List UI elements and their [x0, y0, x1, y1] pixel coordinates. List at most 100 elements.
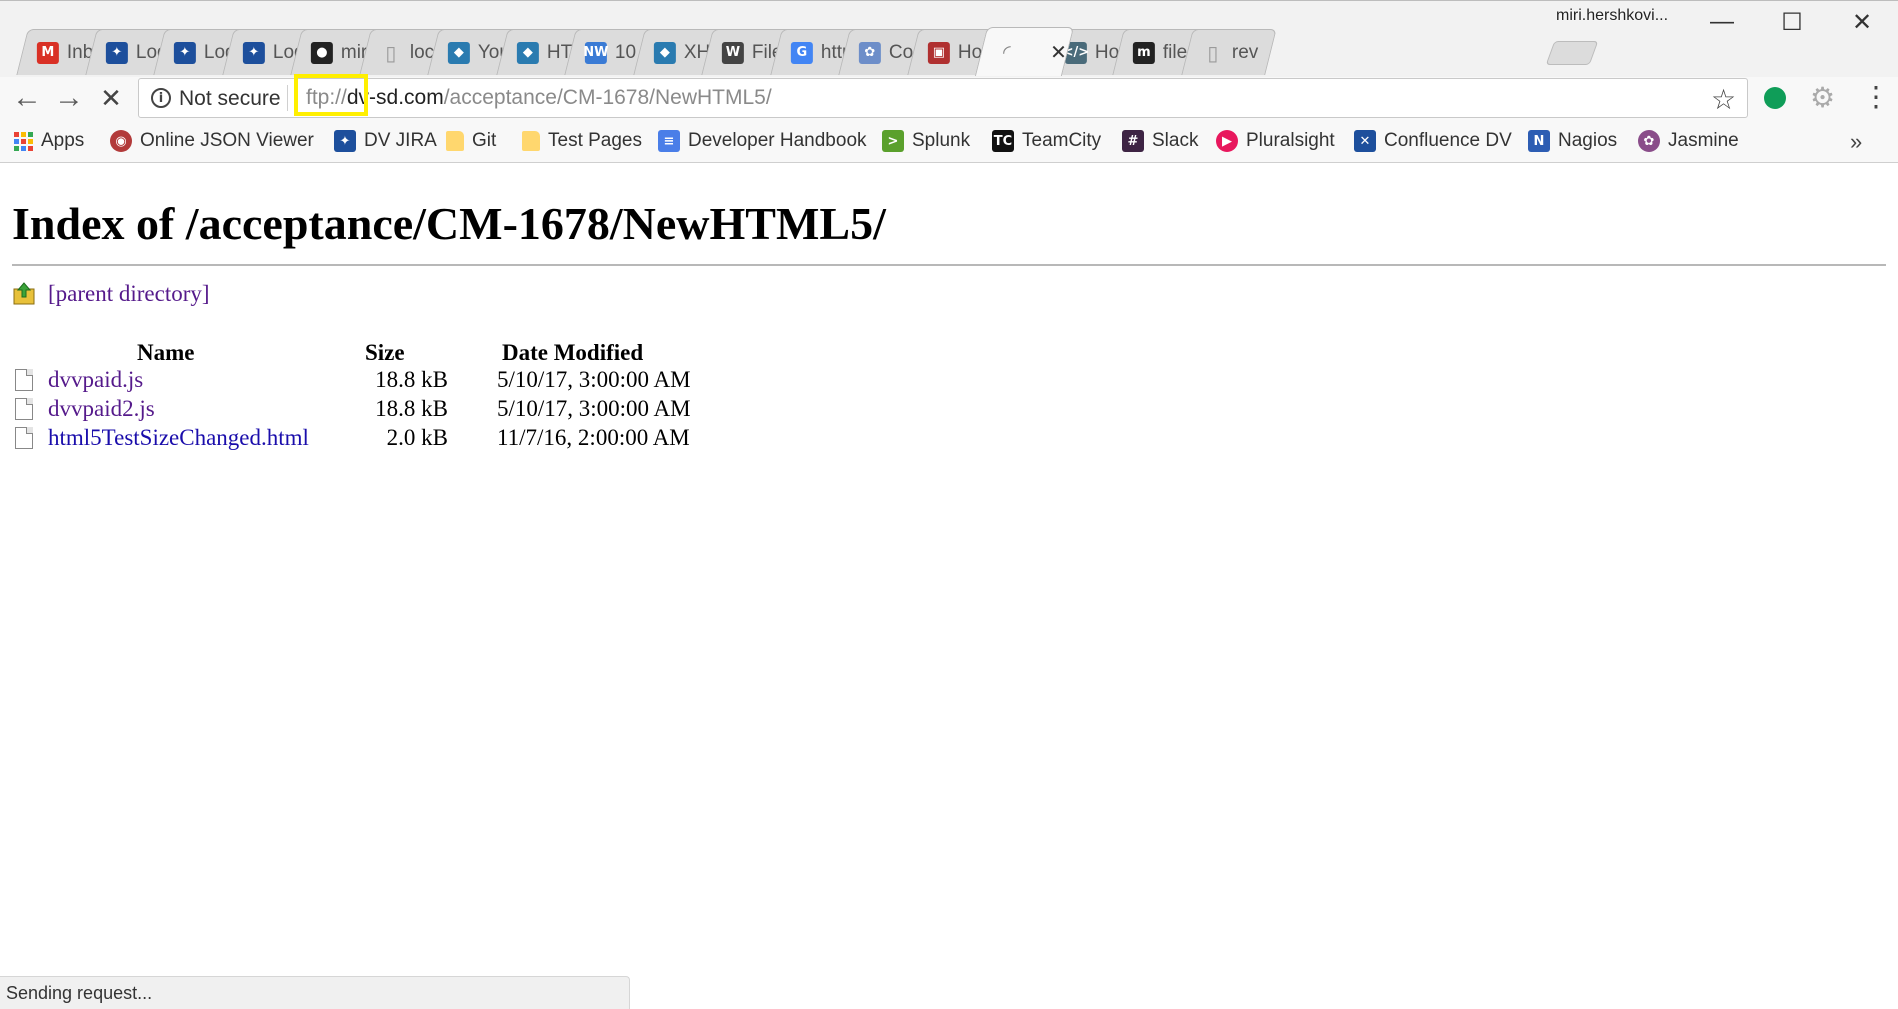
google-icon: G: [790, 41, 813, 64]
close-tab-icon[interactable]: ✕: [1050, 40, 1067, 65]
bookmark-label: Git: [472, 130, 497, 151]
jira-icon: ✦: [105, 41, 128, 64]
table-row: dvvpaid.js 18.8 kB 5/10/17, 3:00:00 AM: [0, 367, 760, 396]
column-header-date[interactable]: Date Modified: [502, 340, 643, 366]
medium-icon: m: [1132, 41, 1155, 64]
bookmark-label: Nagios: [1558, 130, 1618, 151]
directory-listing-page: Index of /acceptance/CM-1678/NewHTML5/ […: [0, 163, 1898, 981]
file-icon: [15, 369, 33, 391]
file-link[interactable]: html5TestSizeChanged.html: [48, 425, 309, 451]
document-icon: ▯: [384, 40, 396, 65]
bookmark-online-json-viewer[interactable]: ◉ Online JSON Viewer: [110, 126, 314, 156]
wikipedia-icon: W: [721, 41, 744, 64]
bookmark-label: Slack: [1152, 130, 1199, 151]
maximize-button[interactable]: ☐: [1772, 7, 1812, 37]
folder-icon: [446, 131, 464, 151]
tab-strip: M Inb ✦ Log ✦ Log ✦ Log ● mir ▯ loca ◆ You ◆ HT NW 10 ◆ XH W…: [0, 0, 1898, 78]
bookmark-label: Jasmine: [1668, 130, 1739, 151]
file-icon: [15, 398, 33, 420]
confluence-icon: ✕: [1354, 130, 1376, 152]
tab-content: ▯ rev: [1187, 30, 1269, 75]
bookmark-dv-jira[interactable]: ✦ DV JIRA: [334, 126, 437, 156]
splunk-icon: >: [882, 130, 904, 152]
omnibox-divider: [287, 85, 288, 111]
bookmark-label: Apps: [41, 130, 85, 151]
slack-icon: #: [1122, 130, 1144, 152]
file-size: 2.0 kB: [386, 425, 448, 450]
back-button[interactable]: ←: [10, 81, 44, 114]
address-bar[interactable]: i Not secure ftp://dv-sd.com/acceptance/…: [138, 74, 1748, 118]
table-row: html5TestSizeChanged.html 2.0 kB 11/7/16, …: [0, 425, 760, 454]
document-icon: ▯: [1206, 40, 1218, 65]
file-date-modified: 5/10/17, 3:00:00 AM: [497, 396, 691, 421]
bookmark-star-icon[interactable]: ☆: [1711, 83, 1736, 116]
info-icon[interactable]: i: [151, 88, 171, 108]
bookmark-pluralsight[interactable]: ▶ Pluralsight: [1216, 126, 1335, 156]
file-size: 18.8 kB: [375, 367, 448, 392]
bookmark-apps[interactable]: Apps: [14, 126, 84, 156]
status-bubble: Sending request...: [0, 976, 630, 1009]
nagios-icon: N: [1528, 130, 1550, 152]
file-link[interactable]: dvvpaid.js: [48, 367, 143, 393]
stop-loading-button[interactable]: ✕: [94, 82, 128, 114]
column-header-size[interactable]: Size: [365, 340, 405, 366]
loading-spinner-icon: ◜: [1003, 40, 1011, 64]
extension-gear-icon[interactable]: ⚙: [1810, 81, 1835, 114]
tab-content: ◜ ✕: [982, 28, 1067, 76]
file-link[interactable]: dvvpaid2.js: [48, 396, 155, 422]
horizontal-rule: [12, 264, 1886, 266]
bookmark-developer-handbook[interactable]: ≡ Developer Handbook: [658, 126, 867, 156]
apps-grid-icon: [14, 131, 33, 151]
security-indicator[interactable]: Not secure: [179, 87, 281, 111]
github-icon: ●: [310, 41, 333, 64]
bookmark-nagios[interactable]: N Nagios: [1528, 126, 1617, 156]
more-bookmarks-button[interactable]: »: [1850, 129, 1862, 155]
tab-active[interactable]: ◜ ✕: [974, 27, 1075, 76]
bookmark-confluence-dv[interactable]: ✕ Confluence DV: [1354, 126, 1512, 156]
confluence-icon: ✿: [858, 41, 881, 64]
url-text[interactable]: ftp://dv-sd.com/acceptance/CM-1678/NewHT…: [306, 86, 772, 110]
bookmark-git[interactable]: Git: [446, 126, 496, 156]
parent-directory-icon[interactable]: [12, 281, 36, 305]
jira-icon: ✦: [242, 41, 265, 64]
extension-green-icon[interactable]: [1764, 87, 1786, 109]
folder-icon: [522, 131, 540, 151]
page-title: Index of /acceptance/CM-1678/NewHTML5/: [12, 198, 886, 249]
bookmark-label: Developer Handbook: [688, 130, 867, 151]
jasmine-icon: ✿: [1638, 130, 1660, 152]
bookmark-splunk[interactable]: > Splunk: [882, 126, 970, 156]
tab-title: rev: [1231, 41, 1258, 63]
bookmarks-bar: Apps ◉ Online JSON Viewer ✦ DV JIRA Git Test P…: [0, 119, 1898, 163]
profile-name[interactable]: miri.hershkovi...: [1556, 7, 1668, 25]
pluralsight-icon: ▶: [1216, 130, 1238, 152]
browser-menu-icon[interactable]: ⋮: [1862, 80, 1890, 113]
bookmark-label: Confluence DV: [1384, 130, 1512, 151]
bookmark-teamcity[interactable]: TC TeamCity: [992, 126, 1101, 156]
column-header-name[interactable]: Name: [137, 340, 194, 366]
tab-icon-hov: ▣: [927, 41, 950, 64]
browser-toolbar: ← → ✕ i Not secure ftp://dv-sd.com/accep…: [0, 74, 1898, 119]
tab[interactable]: ▯ rev: [1180, 29, 1277, 75]
new-tab-button[interactable]: [1545, 41, 1599, 65]
bookmark-label: Test Pages: [548, 130, 642, 151]
table-row: dvvpaid2.js 18.8 kB 5/10/17, 3:00:00 AM: [0, 396, 760, 425]
gmail-icon: M: [36, 41, 59, 64]
close-window-button[interactable]: ✕: [1842, 7, 1882, 37]
bookmark-label: TeamCity: [1022, 130, 1102, 151]
bookmark-slack[interactable]: # Slack: [1122, 126, 1198, 156]
bookmark-jasmine[interactable]: ✿ Jasmine: [1638, 126, 1739, 156]
file-icon: [15, 427, 33, 449]
bookmark-test-pages[interactable]: Test Pages: [522, 126, 642, 156]
forward-button[interactable]: →: [52, 81, 86, 114]
jira-icon: ✦: [173, 41, 196, 64]
tab-icon-xh: ◆: [653, 41, 676, 64]
annotation-highlight-box: [294, 74, 368, 116]
teamcity-icon: TC: [992, 130, 1014, 152]
file-date-modified: 11/7/16, 2:00:00 AM: [497, 425, 690, 450]
parent-directory-link[interactable]: [parent directory]: [48, 281, 210, 307]
file-size: 18.8 kB: [375, 396, 448, 421]
bookmark-label: DV JIRA: [364, 130, 437, 151]
file-date-modified: 5/10/17, 3:00:00 AM: [497, 367, 691, 392]
json-viewer-icon: ◉: [110, 130, 132, 152]
minimize-button[interactable]: —: [1702, 7, 1742, 37]
